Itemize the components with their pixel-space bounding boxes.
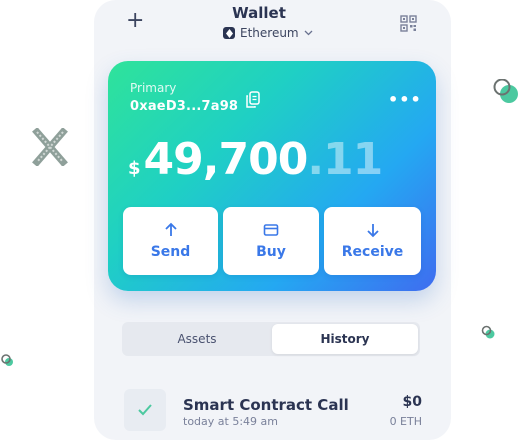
send-label: Send [150, 244, 191, 260]
network-selector[interactable]: Ethereum [223, 26, 313, 40]
send-button[interactable]: Send [123, 207, 218, 275]
asset-history-tabs: Assets History [122, 322, 420, 356]
check-icon [138, 404, 152, 416]
page-title: Wallet [232, 4, 286, 22]
x-shape-decoration [32, 128, 68, 166]
transaction-title: Smart Contract Call [183, 396, 349, 414]
circle-decoration-small-right [481, 325, 495, 339]
status-badge [124, 389, 166, 431]
transaction-amount-eth: 0 ETH [389, 415, 422, 428]
card-icon [263, 224, 279, 236]
circle-decoration-small-left [1, 354, 13, 366]
buy-label: Buy [256, 244, 286, 260]
transaction-amount: $0 [402, 394, 422, 410]
circle-decoration-large [493, 79, 518, 103]
receive-button[interactable]: Receive [324, 207, 421, 275]
currency-symbol: $ [128, 158, 141, 179]
receive-label: Receive [341, 244, 404, 260]
balance-decimal: .11 [307, 134, 383, 185]
balance-integer: 49,700 [143, 134, 309, 185]
tab-assets[interactable]: Assets [122, 322, 272, 356]
account-label: Primary [130, 81, 177, 95]
arrow-up-icon [164, 222, 177, 236]
qr-code-icon[interactable] [400, 15, 417, 32]
network-label: Ethereum [240, 26, 299, 40]
balance-amount: $ 49,700 .11 [128, 134, 383, 185]
tab-history[interactable]: History [272, 324, 418, 354]
buy-button[interactable]: Buy [223, 207, 319, 275]
copy-icon[interactable] [244, 90, 262, 110]
more-options-icon[interactable]: ••• [388, 90, 422, 109]
arrow-down-icon [366, 224, 379, 238]
ethereum-icon [223, 27, 235, 39]
transaction-time: today at 5:49 am [183, 415, 278, 428]
chevron-down-icon [304, 30, 313, 36]
wallet-address: 0xaeD3...7a98 [130, 99, 239, 114]
